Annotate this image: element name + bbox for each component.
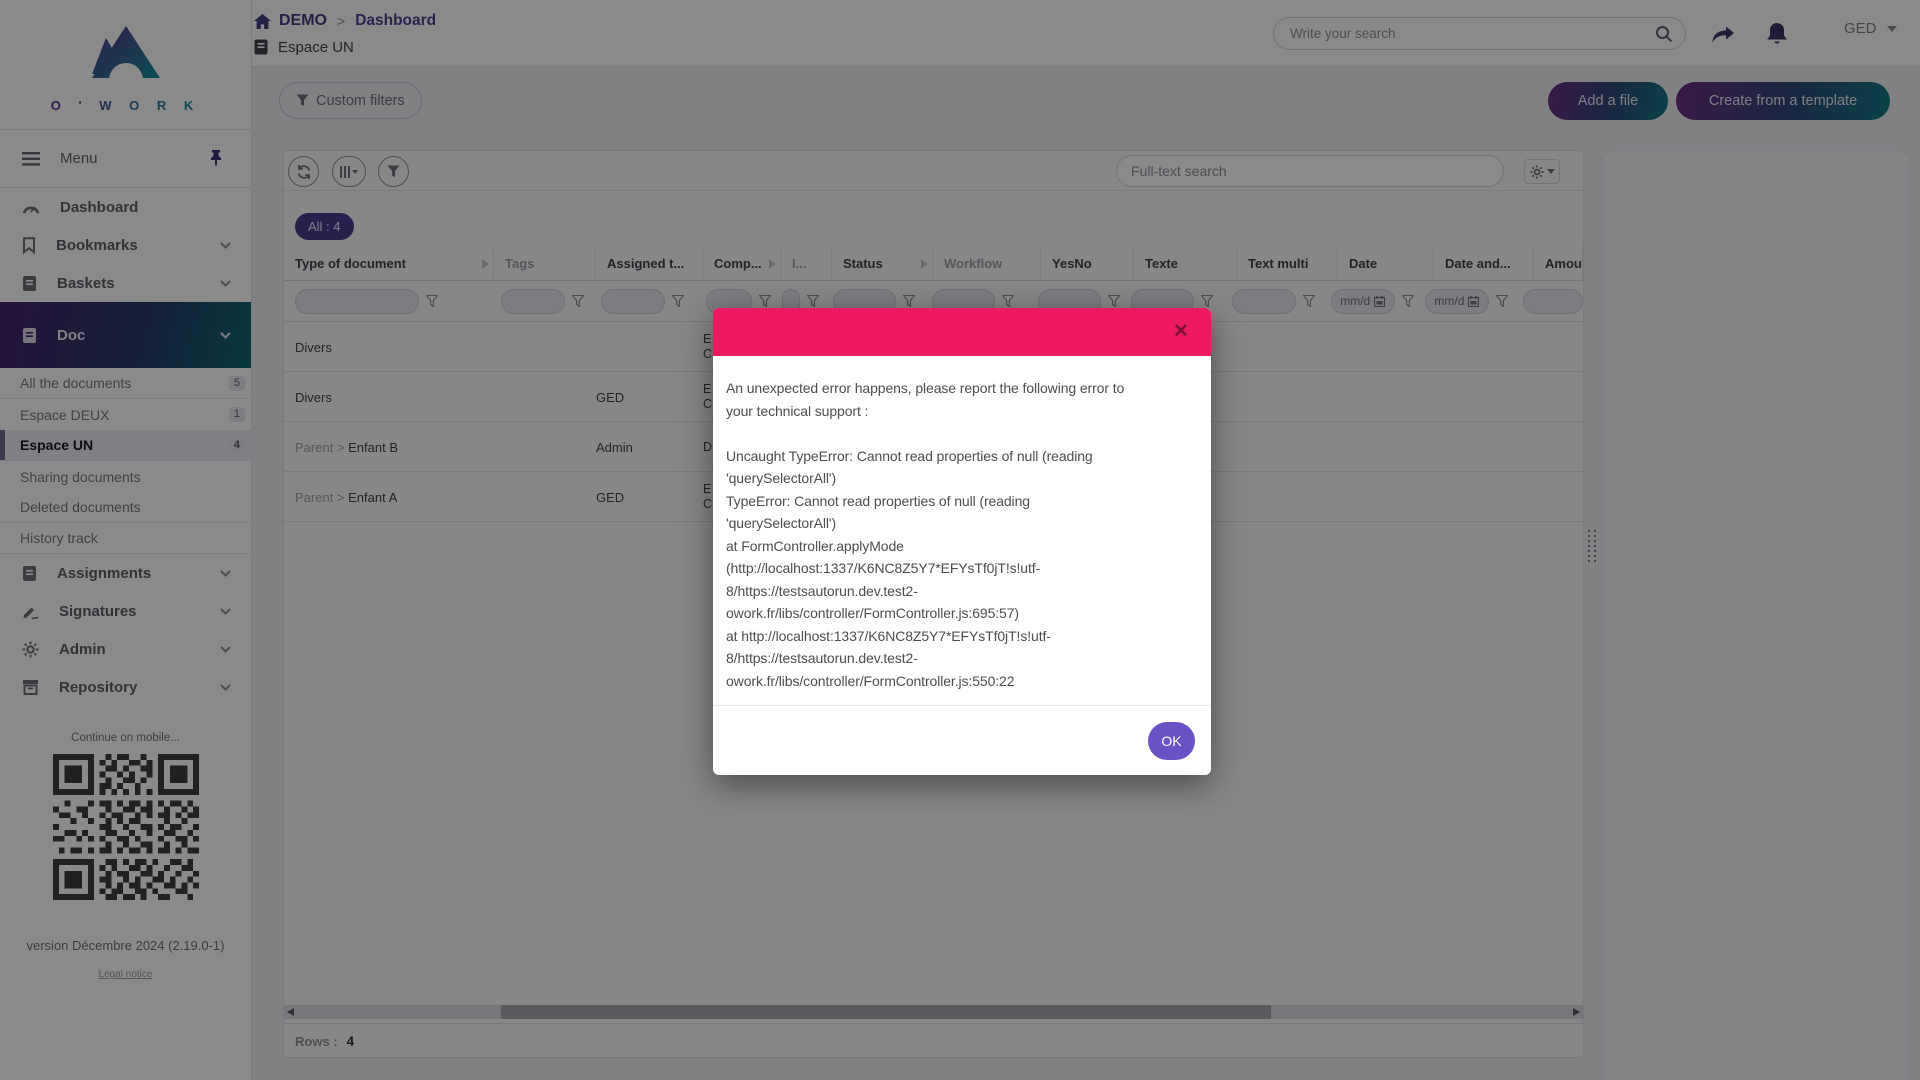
error-modal-header: ✕ (713, 308, 1211, 356)
ok-button[interactable]: OK (1148, 722, 1195, 760)
error-modal-footer: OK (713, 705, 1211, 775)
app-screen: O ' W O R K Menu Dashboard Book (0, 0, 1920, 1080)
error-message: An unexpected error happens, please repo… (713, 356, 1211, 705)
error-modal: ✕ An unexpected error happens, please re… (713, 308, 1211, 775)
close-icon[interactable]: ✕ (1169, 320, 1193, 344)
